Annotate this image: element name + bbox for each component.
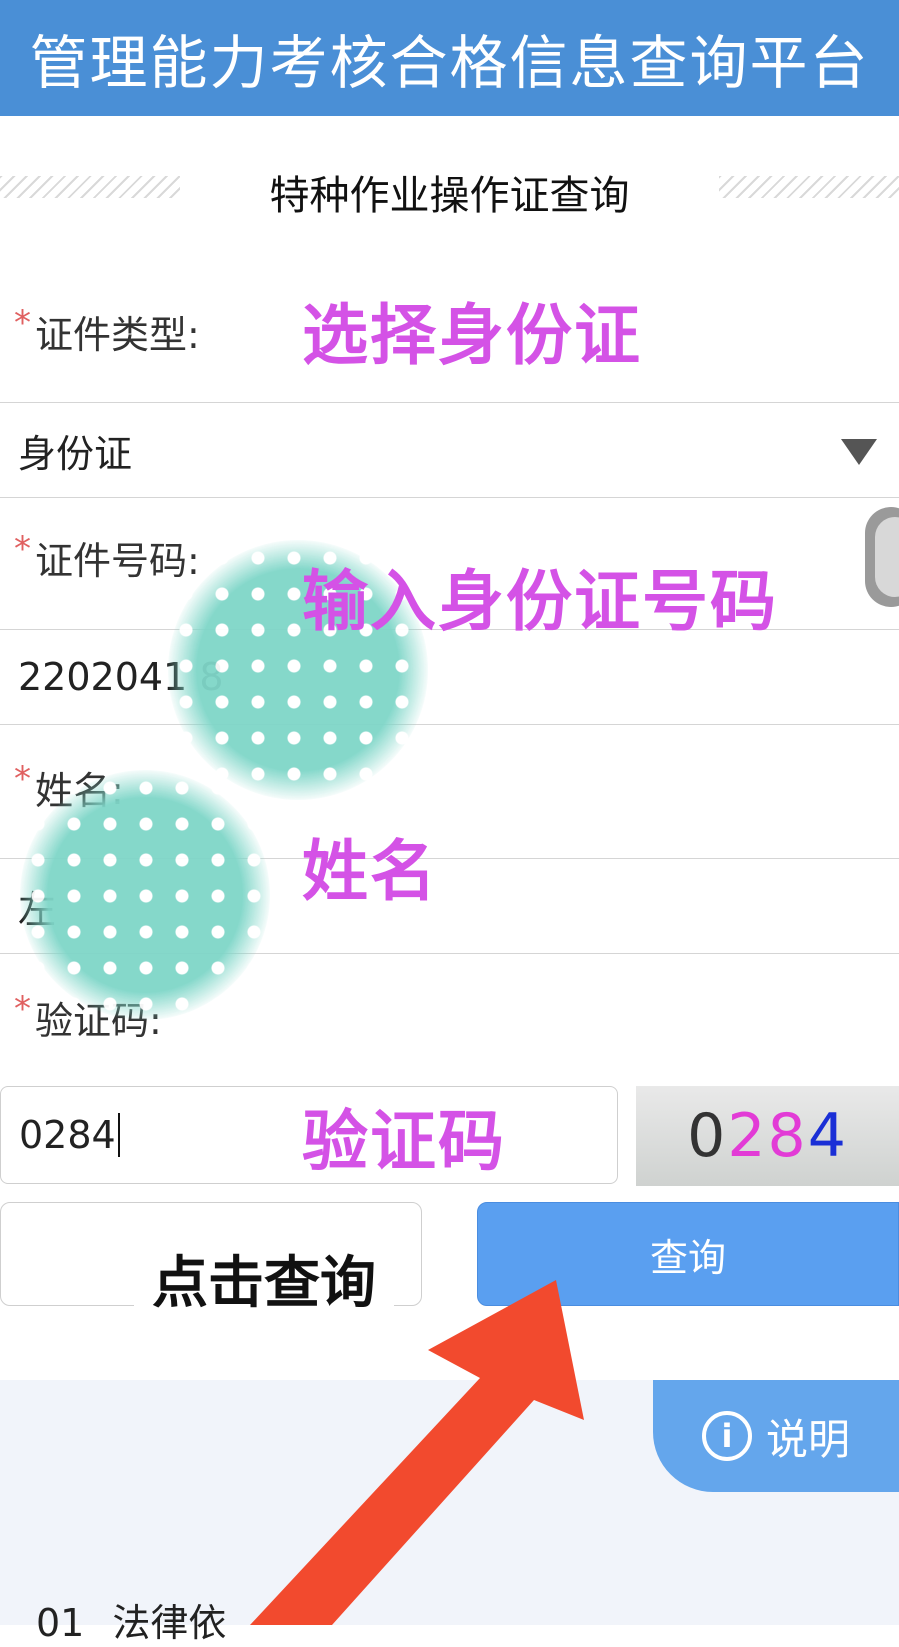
captcha-image[interactable]: 0 2 8 4 <box>636 1086 899 1186</box>
info-button-label: 说明 <box>765 1414 850 1464</box>
doc-type-label: * 证件类型: <box>14 303 200 359</box>
app-header: 管理能力考核合格信息查询平台 <box>0 0 899 116</box>
list-item[interactable]: 01 法律依 <box>36 1592 226 1647</box>
doc-type-select[interactable]: 身份证 <box>0 402 899 498</box>
required-mark: * <box>14 759 31 799</box>
info-icon: i <box>701 1411 752 1461</box>
list-item-number: 01 <box>36 1601 85 1645</box>
list-item-text: 法律依 <box>112 1601 227 1645</box>
doc-number-label-text: 证件号码: <box>35 539 200 583</box>
doc-type-value: 身份证 <box>18 431 133 476</box>
annotation-input-id: 输入身份证号码 <box>302 563 778 640</box>
captcha-digit: 4 <box>807 1101 848 1171</box>
doc-number-label: * 证件号码: <box>14 529 200 585</box>
doc-type-label-text: 证件类型: <box>35 313 200 357</box>
required-mark: * <box>14 989 31 1029</box>
captcha-value: 0284 <box>19 1113 116 1157</box>
info-button[interactable]: i 说明 <box>653 1380 899 1492</box>
privacy-blur-overlay <box>20 770 270 1020</box>
required-mark: * <box>14 303 31 343</box>
captcha-digit: 8 <box>767 1101 808 1171</box>
annotation-name: 姓名 <box>302 833 438 910</box>
text-caret <box>117 1113 120 1157</box>
page-title: 管理能力考核合格信息查询平台 <box>29 29 870 97</box>
section-title: 特种作业操作证查询 <box>269 173 630 219</box>
query-button[interactable]: 查询 <box>477 1202 899 1306</box>
annotation-select-id: 选择身份证 <box>302 297 642 374</box>
floating-side-handle[interactable] <box>865 507 899 607</box>
annotation-captcha: 验证码 <box>302 1103 506 1180</box>
captcha-digit: 0 <box>687 1101 728 1171</box>
annotation-click-query: 点击查询 <box>134 1238 394 1319</box>
dropdown-arrow-icon <box>841 439 877 465</box>
required-mark: * <box>14 529 31 569</box>
captcha-digit: 2 <box>727 1101 768 1171</box>
